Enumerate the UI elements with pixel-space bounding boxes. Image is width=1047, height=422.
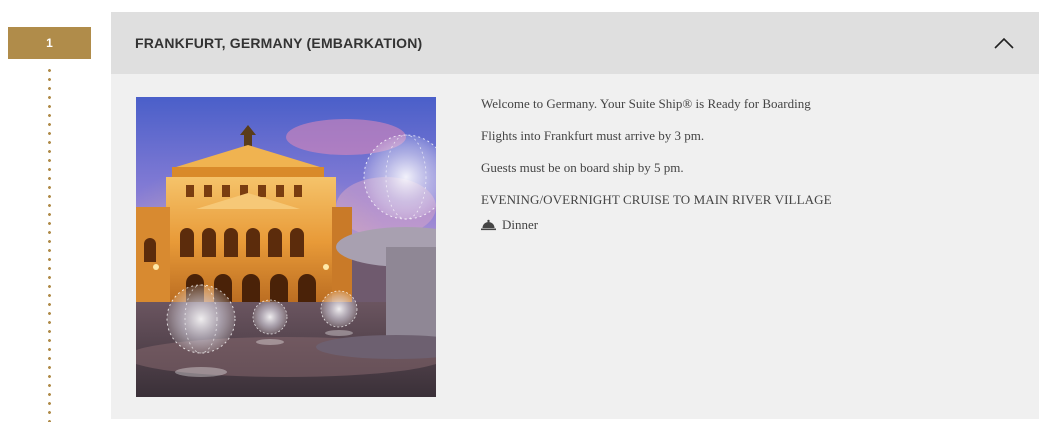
meal-label: Dinner <box>502 217 539 232</box>
accordion-body: Welcome to Germany. Your Suite Ship® is … <box>111 74 1039 419</box>
cloche-icon <box>481 219 496 231</box>
itinerary-day-accordion: FRANKFURT, GERMANY (EMBARKATION) Welcome… <box>111 12 1039 419</box>
timeline-dotted-line <box>48 66 51 422</box>
day-number-badge: 1 <box>8 27 91 59</box>
accordion-header[interactable]: FRANKFURT, GERMANY (EMBARKATION) <box>111 12 1039 74</box>
chevron-up-icon[interactable] <box>993 36 1015 50</box>
welcome-text: Welcome to Germany. Your Suite Ship® is … <box>481 96 811 111</box>
location-title: FRANKFURT, GERMANY (EMBARKATION) <box>135 35 423 51</box>
cruise-note: EVENING/OVERNIGHT CRUISE TO MAIN RIVER V… <box>481 192 832 207</box>
day-details: Welcome to Germany. Your Suite Ship® is … <box>481 96 1001 233</box>
flights-note: Flights into Frankfurt must arrive by 3 … <box>481 128 705 143</box>
frankfurt-opera-photo <box>136 97 436 397</box>
boarding-note: Guests must be on board ship by 5 pm. <box>481 160 684 175</box>
meal-item: Dinner <box>481 217 1001 233</box>
day-number: 1 <box>46 36 53 50</box>
